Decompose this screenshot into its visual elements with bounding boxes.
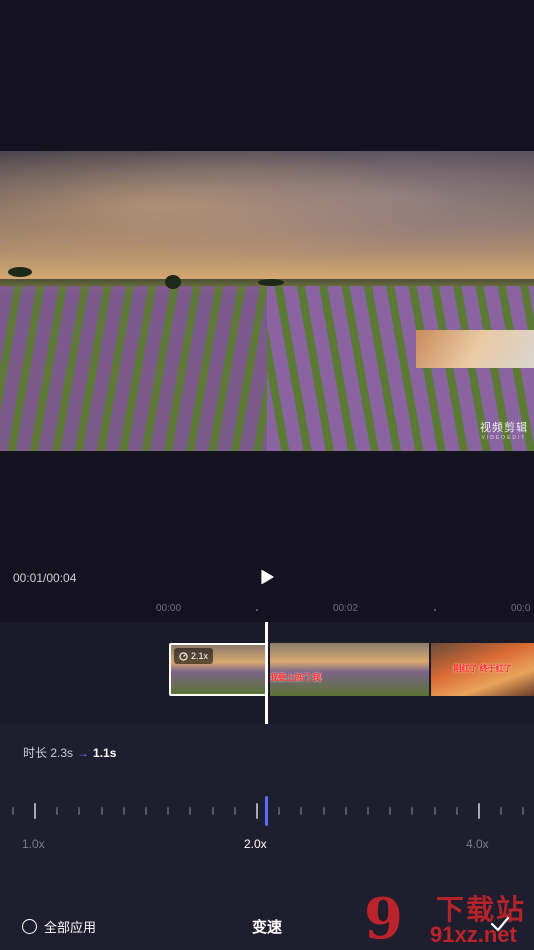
slider-minor-tick	[323, 807, 325, 815]
slider-minor-tick	[212, 807, 214, 815]
ruler-label: 00:02	[333, 603, 359, 614]
slider-minor-tick	[189, 807, 191, 815]
watermark-main: 视频剪辑	[480, 422, 528, 434]
clip-thumbnail[interactable]	[322, 643, 374, 696]
video-preview[interactable]: 视频剪辑 VIDEOEDIT	[0, 151, 534, 451]
video-sky	[0, 151, 534, 286]
slider-minor-tick	[56, 807, 58, 815]
slider-minor-tick	[145, 807, 147, 815]
slider-minor-tick	[12, 807, 14, 815]
speed-mark-label: 4.0x	[466, 837, 489, 851]
speedometer-icon	[179, 651, 188, 661]
slider-minor-tick	[101, 807, 103, 815]
slider-minor-tick	[411, 807, 413, 815]
playhead[interactable]	[265, 622, 268, 724]
play-icon	[261, 569, 274, 585]
slider-minor-tick	[278, 807, 280, 815]
ruler-label: 00:00	[156, 603, 182, 614]
slider-minor-tick	[500, 807, 502, 815]
slider-minor-tick	[123, 807, 125, 815]
logo-number: 9	[364, 886, 403, 950]
speed-slider-thumb[interactable]	[265, 796, 268, 826]
pip-overlay[interactable]	[416, 330, 534, 368]
watermark-sub: VIDEOEDIT	[481, 435, 527, 441]
video-watermark: 视频剪辑 VIDEOEDIT	[480, 419, 528, 441]
clip-thumbnail[interactable]: 刚红了 终于红了	[431, 643, 534, 696]
clip-speed-value: 2.1x	[191, 651, 209, 661]
clip-thumbnail[interactable]: 我要上热门 我要上热门	[270, 643, 322, 696]
speed-slider[interactable]	[0, 796, 534, 826]
slider-major-tick	[478, 803, 480, 819]
slider-minor-tick	[78, 807, 80, 815]
speed-mark-label: 1.0x	[22, 837, 45, 851]
slider-minor-tick	[300, 807, 302, 815]
slider-minor-tick	[345, 807, 347, 815]
tree-shape	[8, 267, 32, 277]
clip-speed-badge: 2.1x	[174, 648, 214, 664]
tree-shape	[165, 275, 181, 289]
slider-major-tick	[34, 803, 36, 819]
thumb-caption: 我要上热门 我要上热门	[270, 673, 322, 682]
ruler-dot	[256, 609, 258, 611]
duration-new-value: 1.1s	[93, 745, 117, 760]
slider-minor-tick	[456, 807, 458, 815]
play-button[interactable]	[259, 569, 275, 585]
slider-minor-tick	[434, 807, 436, 815]
tree-shape	[258, 279, 284, 286]
ruler-dot	[434, 609, 436, 611]
duration-row: 时长 2.3s → 1.1s	[23, 744, 116, 761]
slider-minor-tick	[522, 807, 524, 815]
selected-clip[interactable]: 2.1x	[169, 643, 267, 696]
slider-minor-tick	[167, 807, 169, 815]
confirm-button[interactable]	[490, 914, 510, 934]
time-display: 00:01/00:04	[13, 571, 77, 585]
slider-minor-tick	[367, 807, 369, 815]
thumb-caption: 刚红了 终于红了	[453, 664, 512, 673]
slider-minor-tick	[389, 807, 391, 815]
slider-minor-tick	[234, 807, 236, 815]
arrow-right-icon: →	[77, 745, 90, 760]
speed-mark-label-active: 2.0x	[244, 837, 267, 851]
timeline-ruler: 00:00 00:02 00:0	[0, 603, 534, 619]
duration-label: 时长 2.3s	[23, 746, 74, 760]
clip-thumbnail[interactable]	[374, 643, 429, 696]
ruler-label: 00:0	[511, 603, 531, 614]
slider-major-tick	[256, 803, 258, 819]
check-icon	[490, 916, 510, 932]
